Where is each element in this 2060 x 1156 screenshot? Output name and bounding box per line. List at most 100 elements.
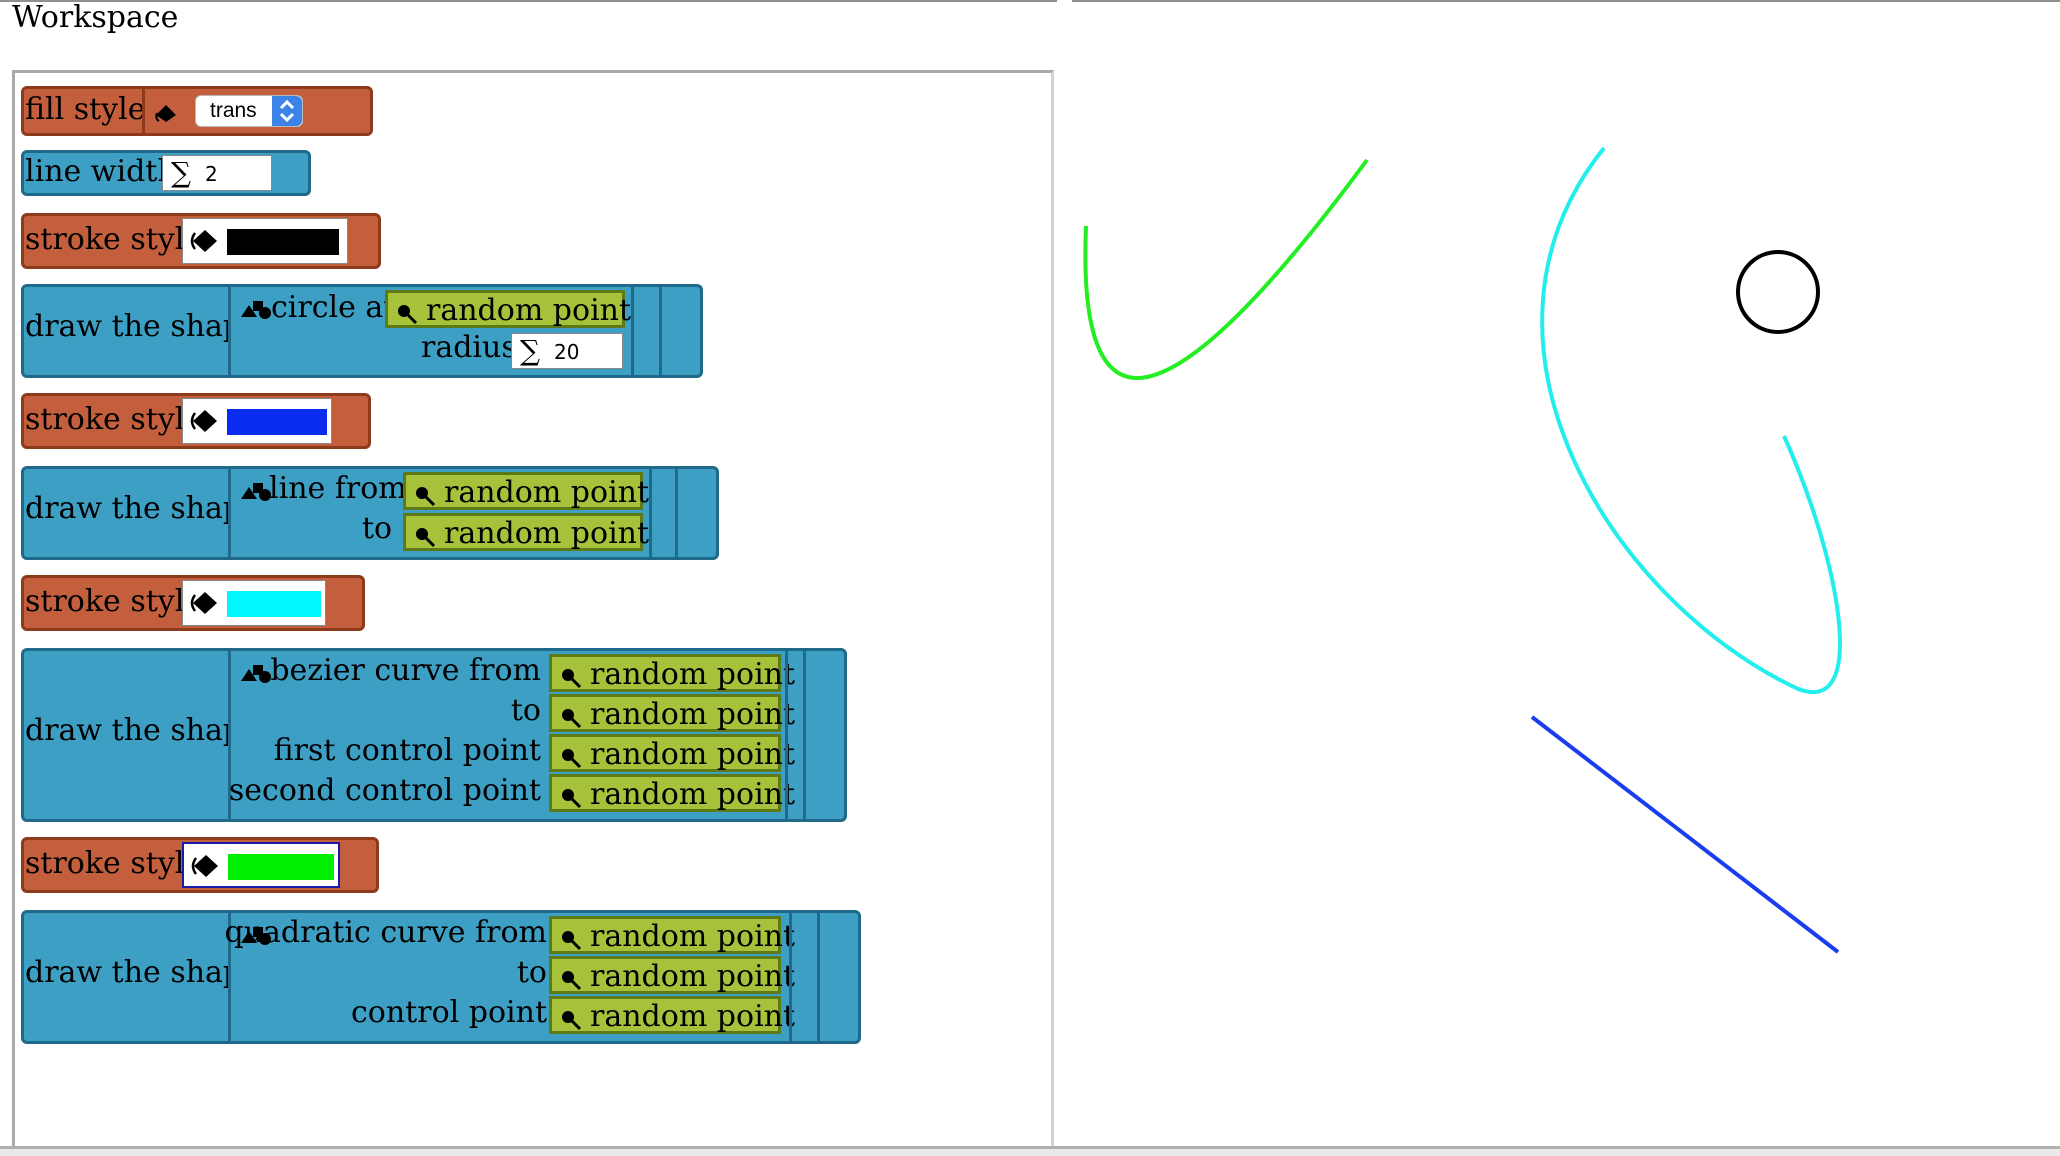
cyan-bezier-curve: [1540, 146, 1842, 695]
color-field[interactable]: [182, 398, 332, 444]
stroke-style-label: stroke style: [25, 222, 203, 257]
color-field[interactable]: [182, 842, 340, 888]
random-point-block[interactable]: random point: [403, 513, 649, 554]
to-label: to: [362, 511, 393, 546]
bezier-shape-block[interactable]: bezier curve from random point to random…: [228, 648, 806, 822]
inner-slot-edge: [649, 469, 652, 557]
random-point-block[interactable]: random point: [403, 472, 649, 513]
color-field[interactable]: [182, 580, 326, 626]
magnifier-icon: [560, 1009, 584, 1037]
stroke-style-block-green[interactable]: stroke style: [21, 837, 379, 893]
magnifier-icon: [560, 747, 584, 775]
color-swatch: [227, 409, 327, 435]
drawing-canvas[interactable]: [1072, 2, 2060, 1146]
quadratic-shape-block[interactable]: quadratic curve from random point to ran…: [224, 910, 820, 1044]
inner-slot-edge: [631, 287, 634, 375]
circle-shape-block[interactable]: circle at random point radius ∑ 20: [228, 284, 662, 378]
random-point-block[interactable]: random point: [549, 956, 795, 997]
random-point-label: random point: [590, 959, 796, 994]
sigma-icon: ∑: [171, 156, 191, 189]
color-swatch: [227, 591, 321, 617]
draw-shape-label: draw the shape: [25, 955, 260, 990]
random-point-label: random point: [590, 697, 796, 732]
inner-slot-edge: [789, 913, 792, 1041]
stroke-style-label: stroke style: [25, 846, 203, 881]
magnifier-icon: [560, 707, 584, 735]
workspace-title: Workspace: [12, 0, 179, 35]
random-point-label: random point: [590, 657, 796, 692]
fill-style-label: fill style: [25, 92, 146, 127]
radius-field[interactable]: ∑ 20: [511, 333, 623, 369]
random-point-label: random point: [444, 475, 650, 510]
draw-shape-bezier-block[interactable]: draw the shape bezier curve from random …: [21, 648, 847, 822]
random-point-block[interactable]: random point: [385, 290, 631, 331]
stroke-style-label: stroke style: [25, 402, 203, 437]
draw-shape-label: draw the shape: [25, 713, 260, 748]
pen-icon: [187, 589, 221, 621]
pen-icon: [187, 407, 221, 439]
draw-shape-line-block[interactable]: draw the shape line from random point to…: [21, 466, 719, 560]
color-field[interactable]: [182, 218, 348, 264]
magnifier-icon: [560, 667, 584, 695]
inner-slot-edge: [785, 651, 788, 819]
draw-shape-label: draw the shape: [25, 309, 260, 344]
shapes-icon: [239, 661, 273, 689]
random-point-block[interactable]: random point: [549, 916, 795, 957]
radius-value: 20: [554, 340, 580, 364]
line-width-value: 2: [205, 162, 218, 186]
green-quadratic-curve: [1083, 158, 1369, 380]
bottom-bar: [0, 1149, 2060, 1156]
draw-shape-label: draw the shape: [25, 491, 260, 526]
stroke-style-block-cyan[interactable]: stroke style: [21, 575, 365, 631]
random-point-label: random point: [590, 737, 796, 772]
random-point-label: random point: [590, 777, 796, 812]
black-circle: [1736, 250, 1820, 334]
line-width-field[interactable]: ∑ 2: [162, 155, 272, 191]
stroke-style-block-black[interactable]: stroke style: [21, 213, 381, 269]
workspace-panel[interactable]: fill style trans line width ∑ 2 stroke s…: [12, 70, 1054, 1146]
first-control-point-label: first control point: [273, 733, 541, 768]
draw-shape-quadratic-block[interactable]: draw the shape quadratic curve from rand…: [21, 910, 861, 1044]
pen-icon: [188, 852, 222, 884]
random-point-block[interactable]: random point: [549, 774, 795, 815]
circle-at-label: circle at: [271, 290, 396, 325]
quadratic-from-label: quadratic curve from: [224, 915, 548, 950]
random-point-label: random point: [590, 919, 796, 954]
chevron-updown-icon: [272, 96, 302, 126]
magnifier-icon: [560, 929, 584, 957]
to-label: to: [516, 955, 547, 990]
sigma-icon: ∑: [520, 334, 540, 367]
stroke-style-label: stroke style: [25, 584, 203, 619]
pen-icon: [187, 227, 221, 259]
random-point-block[interactable]: random point: [549, 694, 795, 735]
magnifier-icon: [560, 787, 584, 815]
to-label: to: [510, 693, 541, 728]
line-shape-block[interactable]: line from random point to random point: [228, 466, 678, 560]
fill-style-dropdown[interactable]: trans: [195, 95, 303, 127]
random-point-label: random point: [590, 999, 796, 1034]
fill-style-value: trans: [210, 99, 257, 122]
stroke-style-block-blue[interactable]: stroke style: [21, 393, 371, 449]
magnifier-icon: [396, 303, 420, 331]
random-point-block[interactable]: random point: [549, 996, 795, 1037]
blue-line: [1530, 715, 1840, 954]
paint-bucket-icon: [153, 101, 181, 127]
draw-shape-circle-block[interactable]: draw the shape circle at random point ra…: [21, 284, 703, 378]
magnifier-icon: [414, 526, 438, 554]
shapes-icon: [239, 297, 273, 325]
line-width-block[interactable]: line width ∑ 2: [21, 150, 311, 196]
control-point-label: control point: [350, 995, 547, 1030]
bezier-from-label: bezier curve from: [270, 653, 541, 688]
random-point-label: random point: [426, 293, 632, 328]
fill-style-slot: trans: [142, 89, 342, 133]
color-swatch: [227, 229, 339, 255]
second-control-point-label: second control point: [228, 773, 541, 808]
random-point-block[interactable]: random point: [549, 734, 795, 775]
magnifier-icon: [414, 485, 438, 513]
random-point-label: random point: [444, 516, 650, 551]
magnifier-icon: [560, 969, 584, 997]
line-width-label: line width: [25, 154, 177, 189]
fill-style-block[interactable]: fill style trans: [21, 86, 373, 136]
line-from-label: line from: [269, 471, 407, 506]
random-point-block[interactable]: random point: [549, 654, 795, 695]
